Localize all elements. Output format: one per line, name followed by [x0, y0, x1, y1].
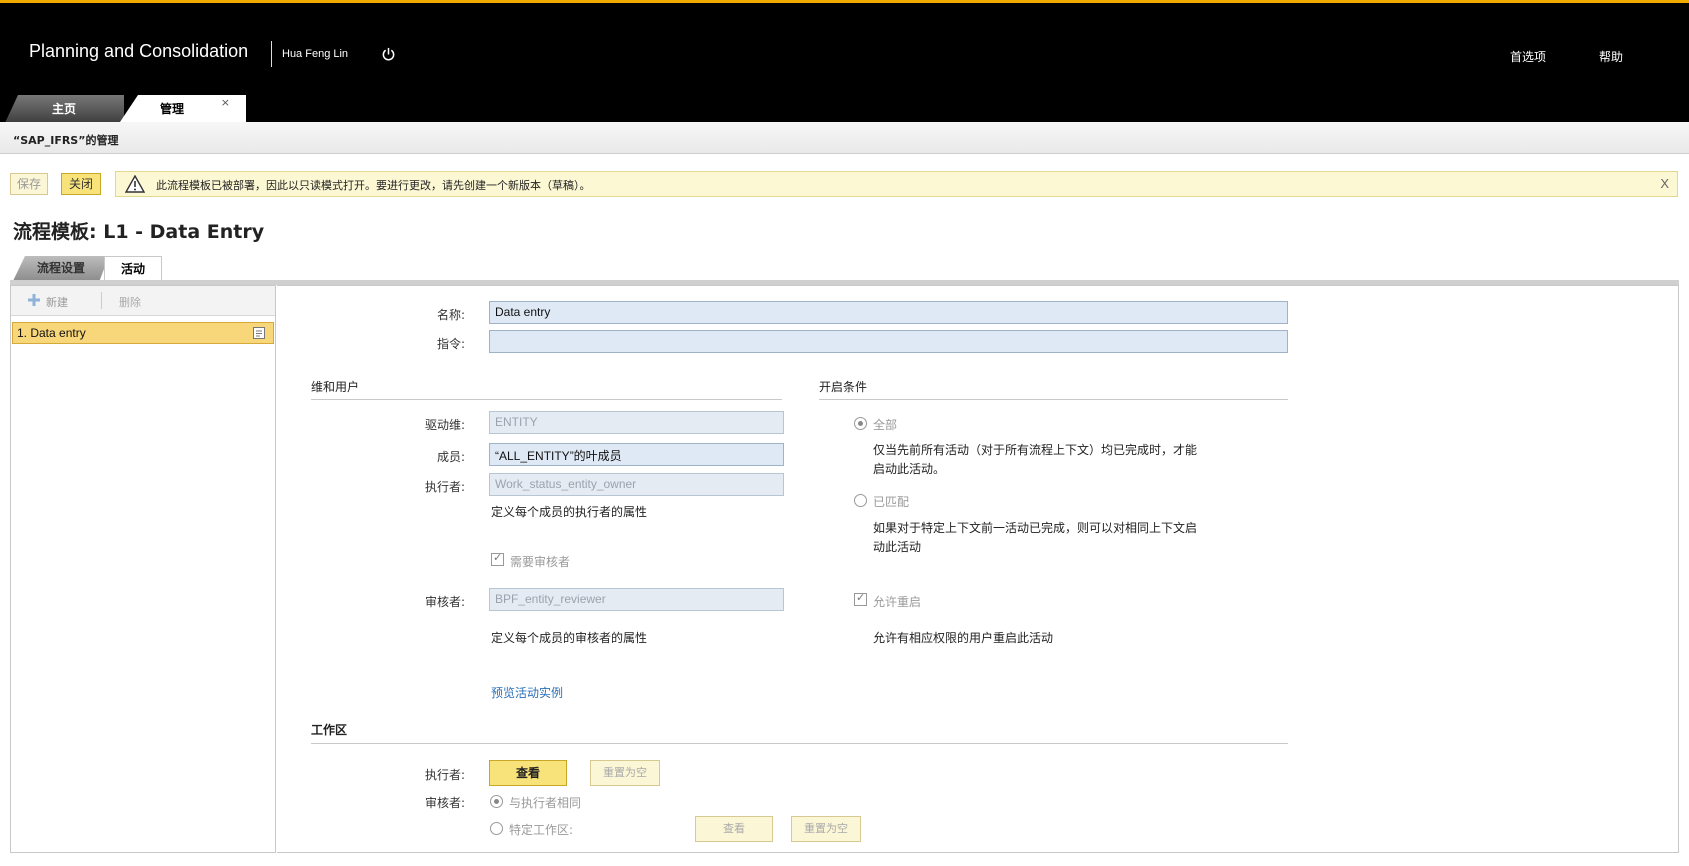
page-title: 流程模板: L1 - Data Entry — [13, 221, 265, 243]
delete-button[interactable]: 删除 — [119, 294, 141, 310]
performer-field: Work_status_entity_owner — [489, 473, 784, 496]
allow-reopen-description: 允许有相应权限的用户重启此活动 — [873, 631, 1054, 645]
app-title: Planning and Consolidation — [29, 41, 249, 61]
close-tab-icon[interactable]: × — [221, 95, 230, 117]
open-condition-divider — [819, 399, 1288, 400]
tab-process-setup[interactable]: 流程设置 — [13, 256, 109, 281]
allow-reopen-checkbox[interactable] — [854, 591, 867, 606]
tab-admin-label: 管理 — [160, 102, 185, 116]
item-detail-icon[interactable] — [253, 327, 265, 339]
help-link[interactable]: 帮助 — [1599, 48, 1623, 65]
name-label: 名称: — [436, 308, 465, 322]
matched-option-label: 已匹配 — [873, 495, 910, 509]
specific-workspace-label: 特定工作区: — [509, 823, 574, 837]
warning-text: 此流程模板已被部署，因此以只读模式打开。要进行更改，请先创建一个新版本（草稿）。 — [156, 179, 591, 192]
close-button[interactable]: 关闭 — [61, 173, 101, 195]
reviewer-label: 审核者: — [424, 595, 465, 609]
member-field[interactable]: “ALL_ENTITY”的叶成员 — [489, 443, 784, 466]
performer-label: 执行者: — [424, 480, 465, 494]
dim-user-divider — [311, 399, 782, 400]
allow-reopen-label: 允许重启 — [873, 595, 922, 609]
dim-user-section-title: 维和用户 — [311, 380, 360, 394]
matched-description-line1: 如果对于特定上下文前一活动已完成，则可以对相同上下文启 — [873, 521, 1198, 535]
need-reviewer-label: 需要审核者 — [510, 555, 571, 569]
all-option-label: 全部 — [873, 418, 898, 432]
member-label: 成员: — [436, 450, 465, 464]
driver-dim-field: ENTITY — [489, 411, 784, 434]
workspace-divider — [311, 743, 1288, 744]
close-icon[interactable]: X — [1660, 176, 1669, 191]
preferences-link[interactable]: 首选项 — [1510, 48, 1546, 65]
name-input[interactable]: Data entry — [489, 301, 1288, 324]
ws-view-button-2[interactable]: 查看 — [695, 816, 773, 842]
title-separator — [271, 41, 272, 67]
new-button[interactable]: 新建 — [46, 294, 68, 310]
preview-activity-link[interactable]: 预览活动实例 — [491, 684, 563, 701]
tab-activity[interactable]: 活动 — [104, 256, 162, 281]
performer-hint: 定义每个成员的执行者的属性 — [491, 505, 648, 519]
all-description-line2: 启动此活动。 — [873, 462, 946, 476]
specific-workspace-radio[interactable] — [490, 822, 503, 835]
warning-triangle-icon — [125, 175, 145, 193]
driver-dim-label: 驱动维: — [424, 418, 465, 432]
ws-performer-label: 执行者: — [424, 768, 465, 782]
ws-view-button[interactable]: 查看 — [489, 760, 567, 786]
list-item-label: 1. Data entry — [17, 326, 86, 340]
activity-list-panel: 新建 删除 1. Data entry — [10, 285, 276, 853]
toolbar-divider — [101, 292, 102, 309]
tab-home[interactable]: 主页 — [4, 95, 124, 125]
shell-header: Planning and Consolidation Hua Feng Lin … — [0, 0, 1689, 125]
matched-description-line2: 动此活动 — [873, 540, 922, 554]
instruction-input[interactable] — [489, 330, 1288, 353]
reviewer-hint: 定义每个成员的审核者的属性 — [491, 631, 648, 645]
subheader-title: “SAP_IFRS”的管理 — [13, 134, 119, 147]
workspace-section-title: 工作区 — [311, 723, 348, 737]
reviewer-field: BPF_entity_reviewer — [489, 588, 784, 611]
same-as-performer-radio[interactable] — [490, 795, 503, 808]
ws-reset-button[interactable]: 重置为空 — [590, 760, 660, 786]
save-button[interactable]: 保存 — [10, 173, 48, 195]
plus-icon[interactable] — [27, 293, 41, 307]
open-condition-section-title: 开启条件 — [819, 380, 868, 394]
ws-reviewer-label: 审核者: — [424, 796, 465, 810]
list-item[interactable]: 1. Data entry — [12, 322, 274, 344]
warning-message-bar: 此流程模板已被部署，因此以只读模式打开。要进行更改，请先创建一个新版本（草稿）。… — [115, 171, 1678, 197]
all-description-line1: 仅当先前所有活动（对于所有流程上下文）均已完成时，才能 — [873, 443, 1198, 457]
power-icon[interactable] — [381, 47, 396, 62]
tab-admin[interactable]: 管理 × — [118, 95, 246, 125]
activity-list-toolbar: 新建 删除 — [11, 286, 275, 316]
activity-detail-panel: 名称: Data entry 指令: 维和用户 开启条件 驱动维: ENTITY… — [277, 285, 1679, 853]
all-radio[interactable] — [854, 417, 867, 430]
user-name[interactable]: Hua Feng Lin — [282, 48, 348, 60]
instruction-label: 指令: — [436, 337, 465, 351]
ws-reset-button-2[interactable]: 重置为空 — [791, 816, 861, 842]
need-reviewer-checkbox[interactable] — [491, 551, 504, 566]
matched-radio[interactable] — [854, 494, 867, 507]
same-as-performer-label: 与执行者相同 — [509, 796, 582, 810]
subheader: “SAP_IFRS”的管理 — [0, 122, 1689, 154]
